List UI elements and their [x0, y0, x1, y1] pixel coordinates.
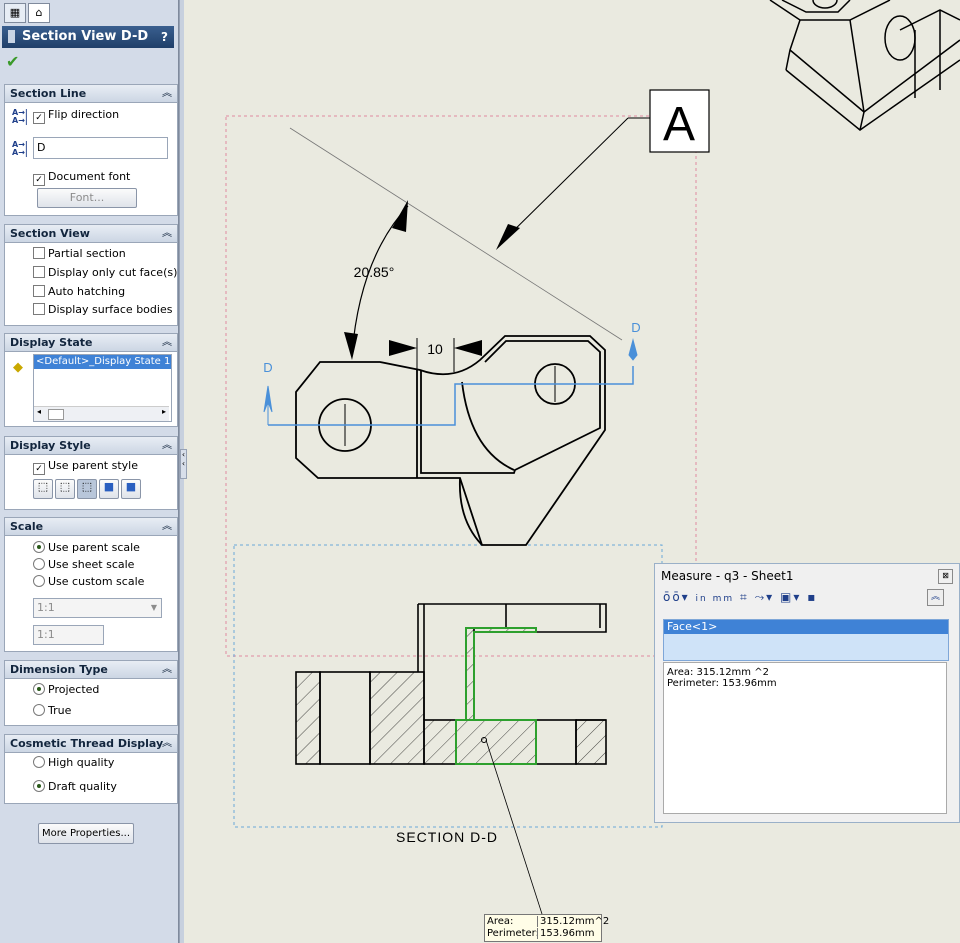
measure-tooltip: Area: 315.12mm^2 Perimeter: 153.96mm [484, 914, 609, 942]
custom-scale-input[interactable]: 1:1 [33, 625, 104, 645]
hidden-lines-visible-icon[interactable]: ⬚ [55, 479, 75, 499]
section-label-input[interactable]: D [33, 137, 168, 159]
ok-checkmark-icon[interactable]: ✔ [6, 52, 19, 71]
cosmetic-thread-header[interactable]: Cosmetic Thread Display ︽ [5, 735, 177, 753]
section-caption: SECTION D-D [396, 829, 498, 845]
angle-dimension-text: 20.85° [354, 264, 395, 280]
scale-dropdown[interactable]: 1:1 ▼ [33, 598, 162, 618]
hidden-lines-removed-icon[interactable]: ⬚ [77, 479, 97, 499]
display-state-item[interactable]: <Default>_Display State 1 [34, 355, 171, 369]
high-quality-radio[interactable]: High quality [33, 756, 114, 769]
shaded-icon[interactable]: ■ [121, 479, 141, 499]
units-precision-icon[interactable]: in mm [696, 594, 735, 604]
collapse-icon[interactable]: ︽ [927, 589, 944, 606]
point-to-point-icon[interactable]: ⤳▾ [755, 590, 775, 604]
collapse-icon[interactable]: ︽ [162, 437, 172, 454]
use-sheet-scale-radio[interactable]: Use sheet scale [33, 558, 134, 571]
horizontal-scrollbar[interactable]: ◂ ▸ [34, 406, 169, 421]
scroll-left-icon[interactable]: ◂ [37, 407, 41, 416]
scroll-thumb[interactable] [48, 409, 64, 420]
display-state-list[interactable]: <Default>_Display State 1 ◂ ▸ [33, 354, 172, 422]
measure-window-title: Measure - q3 - Sheet1 [661, 569, 794, 583]
display-style-header[interactable]: Display Style ︽ [5, 437, 177, 455]
part-top-view [295, 335, 606, 546]
view-boundary-red [225, 115, 697, 657]
linear-dimension-text: 10 [427, 341, 443, 357]
property-tabs: ▦ ⌂ [4, 3, 52, 23]
dimension-type-header[interactable]: Dimension Type ︽ [5, 661, 177, 679]
selected-face [455, 719, 537, 765]
measure-results: Area: 315.12mm ^2 Perimeter: 153.96mm [663, 662, 947, 814]
section-view [295, 603, 607, 765]
scale-header[interactable]: Scale ︽ [5, 518, 177, 536]
more-properties-button[interactable]: More Properties... [38, 823, 134, 844]
section-view-icon [8, 30, 15, 43]
section-arrow-label-right: D [631, 320, 640, 335]
font-button[interactable]: Font... [37, 188, 137, 208]
detail-label-a: A [663, 98, 695, 151]
display-style-group: Display Style ︽ ✓ Use parent style ⬚ ⬚ ⬚ ■ ■ [4, 436, 178, 510]
collapse-icon[interactable]: ︽ [162, 735, 172, 752]
scale-group: Scale ︽ Use parent scale Use sheet scale… [4, 517, 178, 652]
property-manager: ▦ ⌂ Section View D-D ? ✔ Section Line ︽ … [0, 0, 179, 943]
section-line [268, 366, 634, 426]
display-state-icon: ◆ [13, 360, 23, 375]
shaded-with-edges-icon[interactable]: ■ [99, 479, 119, 499]
projected-radio[interactable]: Projected [33, 683, 99, 696]
selected-entity[interactable]: Face<1> [664, 620, 948, 634]
xyz-measure-icon[interactable]: ⌗ [740, 590, 749, 604]
measure-window[interactable]: Measure - q3 - Sheet1 ⊠ ōō▾ in mm ⌗ ⤳▾ ▣… [654, 563, 960, 823]
collapse-icon[interactable]: ︽ [162, 85, 172, 102]
save-icon[interactable]: ▪ [807, 590, 817, 604]
use-parent-style-checkbox[interactable]: ✓ Use parent style [33, 459, 138, 475]
section-line-group: Section Line ︽ A→| A→| ✓ Flip direction A→… [4, 84, 178, 216]
isometric-view [769, 0, 960, 131]
section-arrow-label-left: D [263, 360, 272, 375]
use-custom-scale-radio[interactable]: Use custom scale [33, 575, 144, 588]
selection-list[interactable]: Face<1> [663, 619, 949, 661]
dimension-type-group: Dimension Type ︽ Projected True [4, 660, 178, 726]
help-button[interactable]: ? [161, 26, 168, 48]
feature-manager-tab[interactable]: ▦ [4, 3, 26, 23]
scroll-right-icon[interactable]: ▸ [162, 407, 166, 416]
projection-icon[interactable]: ▣▾ [780, 590, 801, 604]
flip-direction-checkbox[interactable]: ✓ Flip direction [33, 108, 119, 124]
collapse-icon[interactable]: ︽ [162, 518, 172, 535]
arc-circle-measure-icon[interactable]: ōō▾ [663, 590, 690, 604]
document-font-checkbox[interactable]: ✓ Document font [33, 170, 130, 186]
collapse-icon[interactable]: ︽ [162, 334, 172, 351]
display-state-header[interactable]: Display State ︽ [5, 334, 177, 352]
result-area: Area: 315.12mm ^2 [667, 667, 769, 678]
use-parent-scale-radio[interactable]: Use parent scale [33, 541, 140, 554]
measure-toolbar: ōō▾ in mm ⌗ ⤳▾ ▣▾ ▪ ︽ [663, 589, 944, 606]
section-line-header[interactable]: Section Line ︽ [5, 85, 177, 103]
result-perimeter: Perimeter: 153.96mm [667, 678, 777, 689]
property-manager-title-bar: Section View D-D ? [2, 26, 174, 48]
leader-arrowhead [496, 224, 520, 250]
true-radio[interactable]: True [33, 704, 71, 717]
display-surface-bodies-checkbox[interactable]: Display surface bodies [33, 303, 172, 316]
wireframe-icon[interactable]: ⬚ [33, 479, 53, 499]
page-title: Section View D-D [22, 29, 149, 44]
section-view-header[interactable]: Section View ︽ [5, 225, 177, 243]
property-manager-tab[interactable]: ⌂ [28, 3, 50, 23]
auto-hatching-checkbox[interactable]: Auto hatching [33, 285, 125, 298]
display-style-buttons: ⬚ ⬚ ⬚ ■ ■ [33, 479, 141, 499]
section-view-group: Section View ︽ Partial section Display o… [4, 224, 178, 326]
collapse-icon[interactable]: ︽ [162, 661, 172, 678]
close-icon[interactable]: ⊠ [938, 569, 953, 584]
partial-section-checkbox[interactable]: Partial section [33, 247, 126, 260]
display-only-cut-faces-checkbox[interactable]: Display only cut face(s) [33, 266, 177, 279]
cosmetic-thread-group: Cosmetic Thread Display ︽ High quality D… [4, 734, 178, 804]
display-state-group: Display State ︽ ◆ <Default>_Display Stat… [4, 333, 178, 427]
label-icon: A→| A→| [12, 140, 28, 157]
collapse-icon[interactable]: ︽ [162, 225, 172, 242]
chevron-down-icon[interactable]: ▼ [151, 599, 157, 617]
flip-direction-icon: A→| A→| [12, 108, 28, 125]
draft-quality-radio[interactable]: Draft quality [33, 780, 117, 793]
